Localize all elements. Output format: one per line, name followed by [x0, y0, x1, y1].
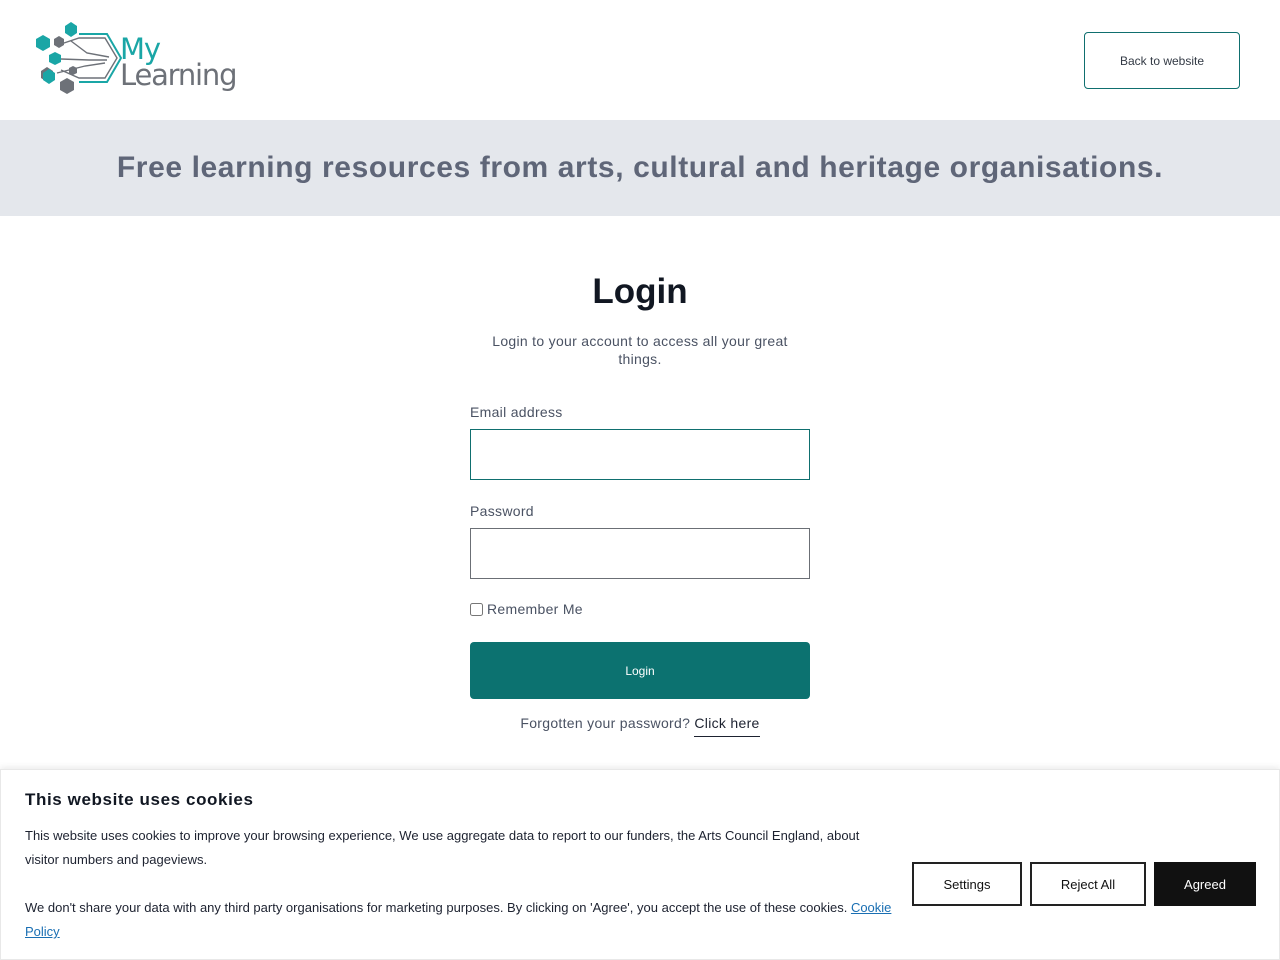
- remember-me-row: Remember Me: [470, 601, 583, 617]
- forgot-password-text: Forgotten your password?: [520, 715, 691, 731]
- back-to-website-button[interactable]: Back to website: [1084, 32, 1240, 89]
- login-button[interactable]: Login: [470, 642, 810, 699]
- cookie-banner: This website uses cookies This website u…: [0, 769, 1280, 960]
- forgot-password-link[interactable]: Click here: [694, 715, 760, 737]
- logo-text-learning: Learning: [120, 58, 238, 92]
- forgot-password-row: Forgotten your password? Click here: [0, 715, 1280, 737]
- email-field[interactable]: [470, 429, 810, 480]
- login-subtitle: Login to your account to access all your…: [492, 333, 788, 367]
- cookie-agree-button[interactable]: Agreed: [1154, 862, 1256, 906]
- cookie-paragraph-2: We don't share your data with any third …: [25, 896, 895, 944]
- site-header: My Learning Back to website: [0, 0, 1280, 120]
- remember-me-checkbox[interactable]: [470, 602, 483, 616]
- email-label: Email address: [470, 404, 563, 420]
- password-field[interactable]: [470, 528, 810, 579]
- tagline-banner: Free learning resources from arts, cultu…: [0, 120, 1280, 216]
- mylearning-logo[interactable]: My Learning: [33, 20, 238, 102]
- cookie-reject-all-button[interactable]: Reject All: [1030, 862, 1146, 906]
- logo-wordmark: My Learning: [120, 34, 238, 92]
- cookie-paragraph-2-text: We don't share your data with any third …: [25, 900, 851, 915]
- cookie-paragraph-1: This website uses cookies to improve you…: [25, 828, 860, 867]
- login-title: Login: [592, 272, 688, 311]
- password-label: Password: [470, 503, 534, 519]
- tagline-text: Free learning resources from arts, cultu…: [116, 151, 1164, 184]
- cookie-settings-button[interactable]: Settings: [912, 862, 1022, 906]
- cookie-title: This website uses cookies: [25, 790, 254, 809]
- remember-me-label[interactable]: Remember Me: [487, 601, 583, 617]
